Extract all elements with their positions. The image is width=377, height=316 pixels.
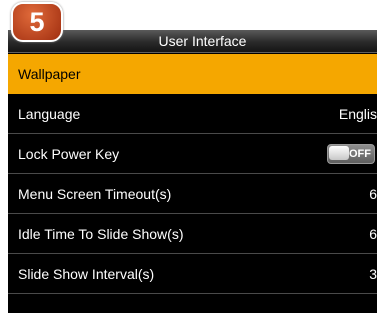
menu-item-menu-screen-timeout[interactable]: Menu Screen Timeout(s) 6 bbox=[8, 174, 377, 214]
menu-item-value: 3 bbox=[369, 265, 377, 282]
menu-item-lock-power-key[interactable]: Lock Power Key OFF bbox=[8, 134, 377, 174]
menu-item-idle-time-to-slide-show[interactable]: Idle Time To Slide Show(s) 6 bbox=[8, 214, 377, 254]
menu-item-wallpaper[interactable]: Wallpaper bbox=[8, 54, 377, 94]
menu-item-label: Slide Show Interval(s) bbox=[18, 265, 155, 282]
menu-item-label: Menu Screen Timeout(s) bbox=[18, 185, 172, 202]
menu-item-label: Idle Time To Slide Show(s) bbox=[18, 225, 184, 242]
menu-item-language[interactable]: Language Englis bbox=[8, 94, 377, 134]
step-number-badge: 5 bbox=[11, 2, 63, 42]
menu-item-value: 6 bbox=[369, 185, 377, 202]
menu-item-slide-show-interval[interactable]: Slide Show Interval(s) 3 bbox=[8, 254, 377, 294]
menu-item-label: Wallpaper bbox=[18, 66, 81, 82]
toggle-state-label: OFF bbox=[349, 147, 371, 160]
menu-item-label: Lock Power Key bbox=[18, 145, 120, 162]
lock-power-key-toggle[interactable]: OFF bbox=[327, 143, 375, 164]
device-screen: User Interface Wallpaper Language Englis… bbox=[8, 30, 377, 313]
page-title: User Interface bbox=[8, 30, 377, 53]
menu-item-value: 6 bbox=[369, 225, 377, 242]
menu-item-value: Englis bbox=[338, 105, 377, 122]
menu-item-label: Language bbox=[18, 105, 81, 122]
toggle-knob bbox=[329, 145, 349, 160]
